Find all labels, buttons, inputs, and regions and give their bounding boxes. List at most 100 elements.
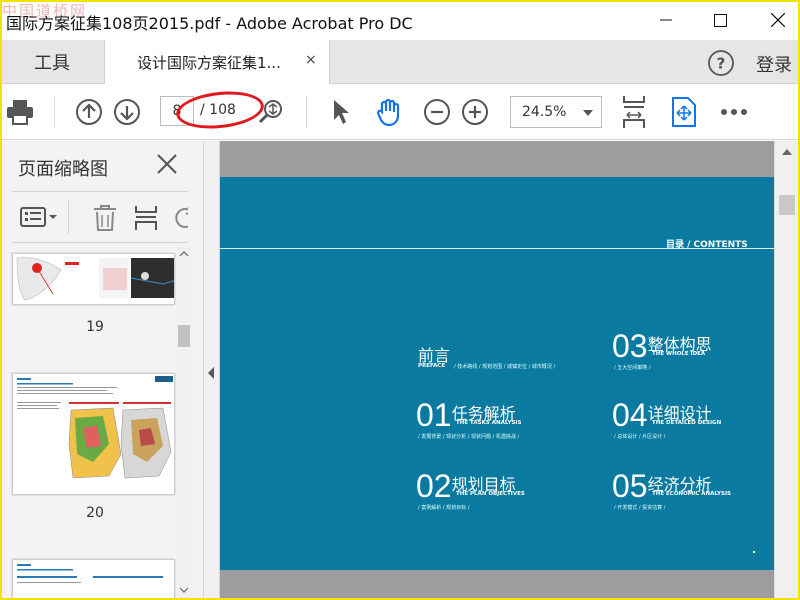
scroll-up-icon	[782, 149, 792, 155]
login-link[interactable]: 登录	[756, 51, 792, 77]
thumbnail-scrollbar[interactable]	[176, 247, 192, 600]
zoom-in-button[interactable]	[460, 84, 490, 140]
toc-section-number: 03	[612, 328, 648, 364]
toc-section-number: 05	[612, 468, 648, 504]
scroll-down-icon	[179, 587, 189, 593]
toc-section-english: THE PLAN OBJECTIVES	[456, 491, 525, 497]
tab-document[interactable]: 设计国际方案征集1... ×	[104, 40, 330, 85]
plus-circle-icon	[462, 99, 488, 125]
toc-section-subitems: / 技术路线 / 规划范围 / 城镇定位 / 城市概况 /	[454, 364, 556, 370]
toc-section-number: 04	[612, 397, 648, 433]
more-icon	[721, 109, 747, 115]
thumbnail-page-number: 19	[86, 319, 104, 335]
scrollbar-thumb[interactable]	[779, 195, 795, 215]
rotate-page-button[interactable]	[172, 204, 188, 236]
trash-icon	[94, 205, 116, 231]
thumbnail-image	[13, 560, 174, 600]
tab-tools[interactable]: 工具	[0, 40, 104, 84]
toolbar-divider	[54, 96, 55, 128]
toolbar-divider	[306, 96, 307, 128]
svg-text:?: ?	[717, 55, 726, 73]
close-icon	[157, 154, 177, 174]
thumbnail-image	[13, 254, 174, 304]
close-icon	[771, 13, 785, 27]
more-tools-button[interactable]	[716, 84, 752, 140]
page-divider-line	[220, 248, 774, 249]
tab-row: 工具 设计国际方案征集1... × ? 登录	[0, 40, 800, 85]
delete-page-button[interactable]	[92, 204, 118, 236]
toc-section-preface: 前言 PREFACE / 技术路线 / 规划范围 / 城镇定位 / 城市概况 /	[418, 341, 555, 370]
arrow-down-icon	[114, 99, 140, 125]
page-gap	[220, 570, 774, 600]
next-page-button[interactable]	[112, 84, 142, 140]
toc-section-03: 03整体构思 THE WHOLE IDEA / 五大空间策略 /	[612, 328, 712, 371]
minimize-button[interactable]	[644, 4, 688, 36]
minimize-icon	[660, 19, 672, 21]
window-title: 国际方案征集108页2015.pdf - Adobe Acrobat Pro D…	[6, 14, 413, 33]
print-button[interactable]	[2, 84, 38, 140]
arrow-up-icon	[76, 99, 102, 125]
toc-section-subitems: / 总体设计 / 片区设计 /	[614, 434, 666, 440]
document-view[interactable]: 目录 / CONTENTS 前言 PREFACE / 技术路线 / 规划范围 /…	[220, 141, 774, 600]
toc-section-english: THE TASKS ANALYSIS	[456, 420, 522, 426]
toc-section-english: THE WHOLE IDEA	[652, 351, 706, 357]
tab-document-label: 设计国际方案征集1...	[137, 54, 281, 72]
toc-section-subitems: / 发展背景 / 现状分析 / 现状问题 / 机遇挑战 /	[418, 434, 520, 440]
collapse-left-icon	[208, 367, 214, 379]
chevron-down-icon	[583, 110, 593, 116]
panel-collapse-strip[interactable]	[204, 141, 220, 600]
help-icon[interactable]: ?	[707, 49, 735, 81]
zoom-level-dropdown[interactable]: 24.5%	[510, 96, 602, 128]
printer-icon	[7, 100, 33, 125]
thumbnail-image	[13, 374, 174, 494]
hand-tool-button[interactable]	[372, 84, 406, 140]
insert-page-button[interactable]	[134, 204, 160, 236]
cursor-icon	[334, 100, 349, 124]
close-window-button[interactable]	[756, 4, 800, 36]
maximize-button[interactable]	[698, 4, 742, 36]
page-marker-dot	[753, 551, 755, 553]
toc-section-number: 02	[416, 468, 452, 504]
select-tool-button[interactable]	[326, 84, 356, 140]
toc-section-04: 04详细设计 THE DETAILED DESIGN / 总体设计 / 片区设计…	[612, 397, 721, 440]
minus-circle-icon	[424, 99, 450, 125]
scroll-up-icon	[179, 251, 189, 257]
title-bar: 中国道桥网 国际方案征集108页2015.pdf - Adobe Acrobat…	[0, 0, 800, 40]
hand-icon	[376, 98, 400, 127]
scroll-mode-button[interactable]	[618, 84, 650, 140]
document-scrollbar[interactable]	[774, 141, 798, 600]
previous-page-button[interactable]	[74, 84, 104, 140]
full-screen-icon	[672, 97, 696, 127]
maximize-icon	[713, 13, 727, 27]
zoom-level-value: 24.5%	[522, 104, 567, 120]
read-mode-button[interactable]	[668, 84, 700, 140]
scrollbar-thumb[interactable]	[178, 325, 190, 347]
toc-section-english: THE DETAILED DESIGN	[652, 420, 722, 426]
toc-section-subitems: / 案例解析 / 规划目标 /	[418, 505, 470, 511]
thumbnail-options-button[interactable]	[20, 206, 58, 232]
toc-section-number: 01	[416, 397, 452, 433]
pdf-page: 目录 / CONTENTS 前言 PREFACE / 技术路线 / 规划范围 /…	[220, 177, 774, 570]
toc-section-english: THE ECONOMIC ANALYSIS	[652, 491, 731, 497]
thumbnail-list: 19 20	[0, 247, 190, 600]
thumbnails-panel: 页面缩略图 19 20	[0, 141, 204, 600]
toc-section-01: 01任务解析 THE TASKS ANALYSIS / 发展背景 / 现状分析 …	[416, 397, 521, 440]
page-fit-icon	[623, 96, 645, 128]
panel-divider	[68, 200, 69, 234]
tab-close-icon[interactable]: ×	[305, 52, 317, 68]
toc-section-02: 02规划目标 THE PLAN OBJECTIVES / 案例解析 / 规划目标…	[416, 468, 525, 511]
toc-section-subitems: / 五大空间策略 /	[614, 365, 651, 371]
close-panel-button[interactable]	[156, 153, 178, 179]
thumbnail-page-21[interactable]	[12, 559, 175, 600]
toc-section-subitems: / 开发模式 / 投资估算 /	[614, 505, 666, 511]
toc-section-english: PREFACE	[418, 363, 446, 369]
insert-page-icon	[135, 206, 157, 230]
zoom-out-button[interactable]	[422, 84, 452, 140]
panel-toolbar	[12, 191, 188, 243]
toc-section-05: 05经济分析 THE ECONOMIC ANALYSIS / 开发模式 / 投资…	[612, 468, 731, 511]
thumbnail-page-19[interactable]	[12, 253, 175, 305]
rotate-icon	[175, 207, 188, 228]
thumbnail-page-number: 20	[86, 505, 104, 521]
panel-title: 页面缩略图	[18, 159, 108, 180]
thumbnail-page-20[interactable]	[12, 373, 175, 495]
